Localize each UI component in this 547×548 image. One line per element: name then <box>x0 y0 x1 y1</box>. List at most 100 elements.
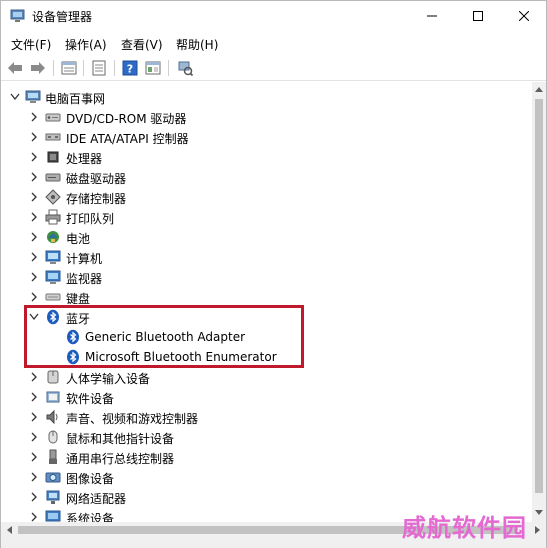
tree-category-label: 通用串行总线控制器 <box>66 452 175 466</box>
toolbar-separator <box>53 60 54 76</box>
show-hidden-button[interactable] <box>143 58 163 78</box>
toolbar-separator <box>114 60 115 76</box>
device-tree: 电脑百事网 DVD/CD-ROM 驱动器 IDE ATA/ATAPI 控制器 处理器… <box>1 82 532 522</box>
scroll-down-arrow-icon[interactable] <box>535 510 543 516</box>
tree-category-row[interactable]: DVD/CD-ROM 驱动器 <box>1 107 532 127</box>
close-button[interactable] <box>501 1 547 31</box>
minimize-button[interactable] <box>409 1 455 31</box>
expand-chevron-icon[interactable] <box>28 391 40 403</box>
scroll-left-arrow-icon[interactable] <box>6 526 12 534</box>
toolbar: ? <box>1 55 546 81</box>
expand-chevron-icon[interactable] <box>28 111 40 123</box>
help-button[interactable]: ? <box>120 58 140 78</box>
tree-category-label: 人体学输入设备 <box>66 372 151 386</box>
tree-root-label: 电脑百事网 <box>45 92 106 106</box>
tree-category-row[interactable]: 网络适配器 <box>1 487 532 507</box>
expand-chevron-icon[interactable] <box>28 491 40 503</box>
expand-chevron-icon[interactable] <box>28 271 40 283</box>
menu-help[interactable]: 帮助(H) <box>176 36 218 53</box>
tree-category-label: IDE ATA/ATAPI 控制器 <box>66 132 189 146</box>
tree-category-row[interactable]: 软件设备 <box>1 387 532 407</box>
menu-bar: 文件(F) 操作(A) 查看(V) 帮助(H) <box>1 32 546 54</box>
back-button[interactable] <box>5 58 25 78</box>
expand-chevron-icon[interactable] <box>28 231 40 243</box>
tree-category-row[interactable]: IDE ATA/ATAPI 控制器 <box>1 127 532 147</box>
properties-button[interactable] <box>59 58 79 78</box>
annotation-highlight-box <box>24 305 304 368</box>
system-device-icon <box>45 510 61 522</box>
storage-controller-icon <box>45 189 61 205</box>
tree-root[interactable]: 电脑百事网 <box>1 87 532 107</box>
expand-chevron-icon[interactable] <box>28 171 40 183</box>
tree-category-row[interactable]: 电池 <box>1 227 532 247</box>
tree-category-label: 存储控制器 <box>66 192 127 206</box>
tree-category-row[interactable]: 声音、视频和游戏控制器 <box>1 407 532 427</box>
expand-chevron-icon[interactable] <box>28 291 40 303</box>
tree-category-row[interactable]: 打印队列 <box>1 207 532 227</box>
device-manager-window: 设备管理器 文件(F) 操作(A) 查看(V) 帮助(H) ? 电脑百事网 DV… <box>0 0 547 548</box>
usb-icon <box>49 449 57 464</box>
tree-category-label: 鼠标和其他指针设备 <box>66 432 175 446</box>
software-device-icon <box>46 391 60 403</box>
monitor-icon <box>45 270 61 284</box>
tree-category-row[interactable]: 处理器 <box>1 147 532 167</box>
computer-monitor-icon <box>45 250 61 264</box>
tree-category-row[interactable]: 计算机 <box>1 247 532 267</box>
forward-button[interactable] <box>28 58 48 78</box>
tree-category-label: 监视器 <box>66 272 103 286</box>
menu-view[interactable]: 查看(V) <box>121 36 163 53</box>
expand-chevron-icon[interactable] <box>28 211 40 223</box>
maximize-icon <box>473 11 483 21</box>
scan-hardware-button[interactable] <box>175 58 195 78</box>
tree-category-row[interactable]: 监视器 <box>1 267 532 287</box>
help-icon: ? <box>122 60 138 76</box>
tree-category-label: DVD/CD-ROM 驱动器 <box>66 112 187 126</box>
processor-icon <box>47 151 59 163</box>
tree-category-row[interactable]: 图像设备 <box>1 467 532 487</box>
list-view-button[interactable] <box>89 58 109 78</box>
tree-category-row[interactable]: 人体学输入设备 <box>1 367 532 387</box>
keyboard-icon <box>45 293 61 301</box>
expand-chevron-icon[interactable] <box>28 131 40 143</box>
tree-category-row[interactable]: 存储控制器 <box>1 187 532 207</box>
collapse-chevron-icon[interactable] <box>9 91 21 103</box>
expand-chevron-icon[interactable] <box>28 251 40 263</box>
tree-category-label: 打印队列 <box>66 212 115 226</box>
vertical-scrollbar[interactable] <box>532 82 546 522</box>
expand-chevron-icon[interactable] <box>28 471 40 483</box>
scroll-right-arrow-icon[interactable] <box>535 526 541 534</box>
computer-icon <box>25 90 41 103</box>
printer-icon <box>45 209 61 225</box>
dvd-drive-icon <box>45 113 61 122</box>
list-view-icon <box>92 60 106 76</box>
back-arrow-icon <box>8 62 22 74</box>
maximize-button[interactable] <box>455 1 501 31</box>
tree-category-row[interactable]: 鼠标和其他指针设备 <box>1 427 532 447</box>
show-hidden-icon <box>145 61 161 75</box>
tree-category-label: 计算机 <box>66 252 103 266</box>
menu-action[interactable]: 操作(A) <box>65 36 107 53</box>
tree-category-label: 软件设备 <box>66 392 115 406</box>
expand-chevron-icon[interactable] <box>28 151 40 163</box>
tree-category-label: 系统设备 <box>66 512 115 522</box>
title-bar[interactable]: 设备管理器 <box>1 1 546 31</box>
watermark-text: 威航软件园 <box>402 513 527 542</box>
tree-category-row[interactable]: 键盘 <box>1 287 532 307</box>
tree-category-row[interactable]: 通用串行总线控制器 <box>1 447 532 467</box>
svg-text:?: ? <box>127 63 133 76</box>
vertical-scroll-thumb[interactable] <box>535 99 543 493</box>
device-manager-app-icon <box>10 9 25 22</box>
menu-file[interactable]: 文件(F) <box>11 36 51 53</box>
toolbar-separator <box>83 60 84 76</box>
tree-category-label: 图像设备 <box>66 472 115 486</box>
expand-chevron-icon[interactable] <box>28 191 40 203</box>
expand-chevron-icon[interactable] <box>28 371 40 383</box>
expand-chevron-icon[interactable] <box>28 451 40 463</box>
expand-chevron-icon[interactable] <box>28 511 40 522</box>
camera-icon <box>45 472 61 483</box>
scroll-up-arrow-icon[interactable] <box>535 86 543 92</box>
battery-icon <box>47 231 59 243</box>
expand-chevron-icon[interactable] <box>28 411 40 423</box>
expand-chevron-icon[interactable] <box>28 431 40 443</box>
tree-category-row[interactable]: 磁盘驱动器 <box>1 167 532 187</box>
